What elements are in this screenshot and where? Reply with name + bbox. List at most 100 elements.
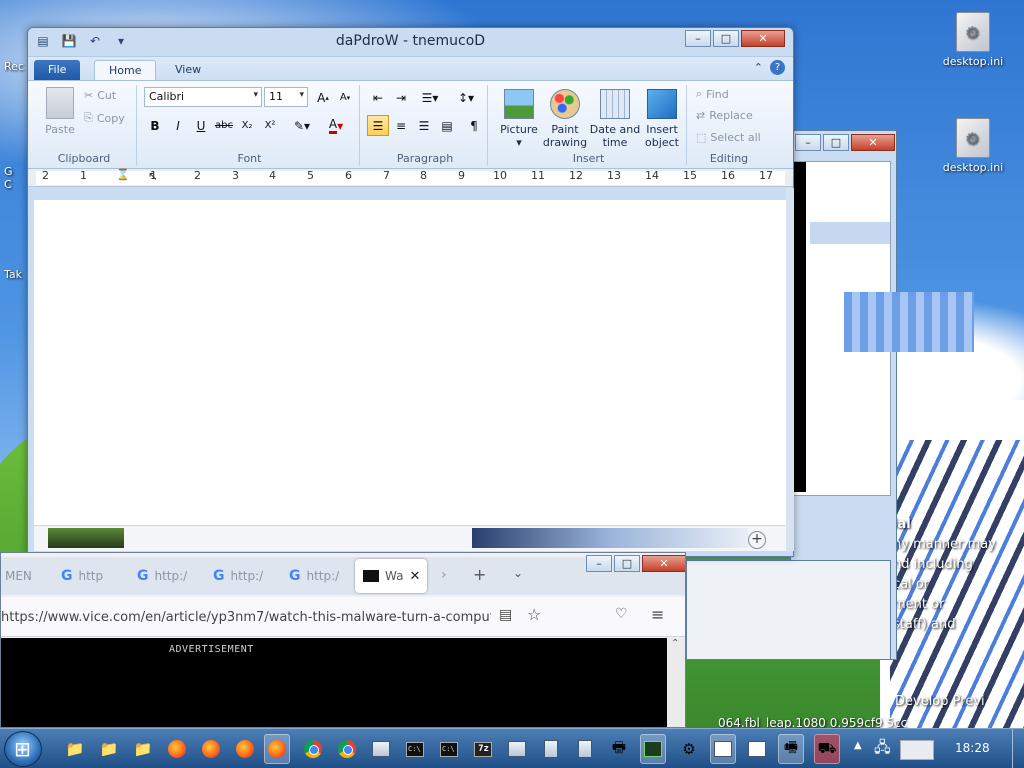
- minimize-button[interactable]: –: [586, 555, 612, 572]
- taskbar-app-wordpad[interactable]: [710, 734, 736, 764]
- paragraph-dialog-button[interactable]: ¶: [463, 115, 485, 136]
- align-center-button[interactable]: ≡: [390, 115, 412, 136]
- document-editor[interactable]: [34, 200, 786, 525]
- desktop-fragment-take[interactable]: Tak: [4, 268, 22, 281]
- browser-window[interactable]: MEN Ghttp Ghttp:/ Ghttp:/ Ghttp:/ Wa ✕ › …: [0, 552, 686, 728]
- browser-tab[interactable]: Ghttp:/: [205, 559, 279, 593]
- bold-button[interactable]: B: [144, 115, 166, 136]
- taskbar-app-notepad[interactable]: [744, 734, 770, 764]
- network-icon[interactable]: 🖧: [874, 737, 891, 762]
- zoom-in-icon[interactable]: +: [748, 531, 766, 549]
- desktop-icon-ini-2[interactable]: desktop.ini: [938, 118, 1008, 174]
- font-family-select[interactable]: Calibri: [144, 87, 262, 107]
- italic-button[interactable]: I: [167, 115, 189, 136]
- pocket-icon[interactable]: ♡: [615, 606, 628, 622]
- taskbar-app-folder-3[interactable]: 📁: [130, 734, 156, 764]
- web-page-content[interactable]: ADVERTISEMENT: [1, 638, 667, 727]
- menu-icon[interactable]: ≡: [651, 605, 664, 624]
- maximize-button[interactable]: □: [823, 134, 849, 151]
- subscript-button[interactable]: X₂: [236, 115, 258, 136]
- taskbar-app-firefox-2[interactable]: [198, 734, 224, 764]
- browser-tab[interactable]: Ghttp:/: [281, 559, 355, 593]
- start-button[interactable]: [4, 731, 42, 767]
- tab-view[interactable]: View: [161, 60, 215, 81]
- taskbar-app-window-2[interactable]: [504, 734, 530, 764]
- close-button[interactable]: ✕: [642, 555, 685, 572]
- replace-button[interactable]: ⇄ Replace: [696, 109, 753, 122]
- minimize-ribbon-icon[interactable]: ⌃: [754, 61, 763, 74]
- taskbar-app-7zip[interactable]: 7z: [470, 734, 496, 764]
- browser-tab[interactable]: Ghttp:/: [129, 559, 203, 593]
- taskbar-app-firefox-active[interactable]: [264, 734, 290, 764]
- tab-list-icon[interactable]: ⌄: [513, 566, 523, 580]
- date-time-button[interactable]: Date and time: [589, 89, 641, 149]
- maximize-button[interactable]: □: [614, 555, 640, 572]
- taskbar-app-window-1[interactable]: [368, 734, 394, 764]
- line-spacing-button[interactable]: ↕ ▾: [451, 87, 481, 108]
- taskbar-app-firefox-1[interactable]: [164, 734, 190, 764]
- desktop-icon-ini-1[interactable]: desktop.ini: [938, 12, 1008, 68]
- taskbar-app-chrome-1[interactable]: [300, 734, 326, 764]
- tab-file[interactable]: File: [34, 60, 81, 81]
- insert-picture-button[interactable]: Picture ▾: [493, 89, 545, 149]
- taskbar-app-chrome-2[interactable]: [334, 734, 360, 764]
- background-window-lower[interactable]: [686, 560, 891, 660]
- close-tab-icon[interactable]: ✕: [409, 569, 420, 584]
- taskbar-app-folder-2[interactable]: 📁: [96, 734, 122, 764]
- minimize-button[interactable]: –: [685, 30, 711, 47]
- first-line-indent-marker[interactable]: ⌛: [116, 168, 130, 181]
- bullets-button[interactable]: ☰ ▾: [415, 87, 445, 108]
- superscript-button[interactable]: X²: [259, 115, 281, 136]
- help-icon[interactable]: ?: [770, 60, 785, 75]
- taskbar-app-alert[interactable]: ⛟: [814, 734, 840, 764]
- taskbar-app-calc-2[interactable]: [572, 734, 598, 764]
- highlight-color-button[interactable]: ✎ ▾: [286, 115, 318, 136]
- taskbar-app-fax[interactable]: 🖷: [778, 734, 804, 764]
- align-left-button[interactable]: ☰: [367, 115, 389, 136]
- input-indicator[interactable]: [900, 740, 934, 760]
- align-right-button[interactable]: ☰: [413, 115, 435, 136]
- browser-tab[interactable]: MEN: [1, 559, 53, 593]
- taskbar-app-printer[interactable]: 🖶: [606, 734, 632, 764]
- paste-button[interactable]: Paste: [42, 87, 78, 136]
- shrink-font-button[interactable]: A ▾: [334, 87, 356, 108]
- decrease-indent-button[interactable]: ⇤: [367, 87, 389, 108]
- maximize-button[interactable]: □: [713, 30, 739, 47]
- zoom-slider-artifact[interactable]: [472, 528, 748, 548]
- bookmark-star-icon[interactable]: ☆: [527, 605, 541, 624]
- clock[interactable]: 18:28: [955, 741, 990, 755]
- justify-button[interactable]: ▤: [436, 115, 458, 136]
- desktop-fragment-chrome[interactable]: G C: [4, 165, 13, 191]
- taskbar-app-firefox-3[interactable]: [232, 734, 258, 764]
- strikethrough-button[interactable]: abc: [213, 115, 235, 136]
- desktop-fragment-recycle[interactable]: Rec: [4, 60, 24, 73]
- font-color-button[interactable]: A ▾: [320, 115, 352, 136]
- paint-drawing-button[interactable]: Paint drawing: [539, 89, 591, 149]
- taskbar-app-cmd-1[interactable]: C:\: [402, 734, 428, 764]
- tab-home[interactable]: Home: [94, 60, 157, 81]
- show-desktop-button[interactable]: [1012, 729, 1024, 768]
- reader-view-icon[interactable]: ▤: [499, 607, 512, 623]
- wordpad-window[interactable]: ▤ 💾 ↶ ▾ daPdroW - tnemucoD – □ ✕ File Ho…: [27, 27, 794, 557]
- vertical-scrollbar[interactable]: [786, 188, 794, 551]
- browser-tab[interactable]: Ghttp: [53, 559, 127, 593]
- close-button[interactable]: ✕: [851, 134, 895, 151]
- title-bar[interactable]: ▤ 💾 ↶ ▾ daPdroW - tnemucoD – □ ✕: [28, 28, 793, 56]
- taskbar-app-explorer[interactable]: 📁: [62, 734, 88, 764]
- increase-indent-button[interactable]: ⇥: [390, 87, 412, 108]
- minimize-button[interactable]: –: [795, 134, 821, 151]
- select-all-button[interactable]: ⬚ Select all: [696, 131, 761, 144]
- taskbar-app-control-panel[interactable]: ⚙: [676, 734, 702, 764]
- cut-button[interactable]: ✂ Cut: [84, 89, 116, 102]
- browser-tab-active[interactable]: Wa ✕: [355, 559, 427, 593]
- ruler[interactable]: 2 1 ⌛ 1 ↖ 2 3 4 5 6 7 8 9 10 11 12 13 14…: [28, 168, 793, 187]
- page-scrollbar[interactable]: ⌃: [667, 638, 685, 727]
- new-tab-icon[interactable]: +: [473, 565, 486, 584]
- find-button[interactable]: ⌕ Find: [696, 87, 729, 101]
- taskbar-app-cmd-2[interactable]: C:\: [436, 734, 462, 764]
- taskbar-app-calc-1[interactable]: [538, 734, 564, 764]
- scroll-up-icon[interactable]: ⌃: [671, 638, 679, 649]
- url-field[interactable]: https://www.vice.com/en/article/yp3nm7/w…: [1, 610, 491, 625]
- show-hidden-icons-icon[interactable]: ▲: [854, 740, 862, 751]
- close-button[interactable]: ✕: [741, 30, 785, 47]
